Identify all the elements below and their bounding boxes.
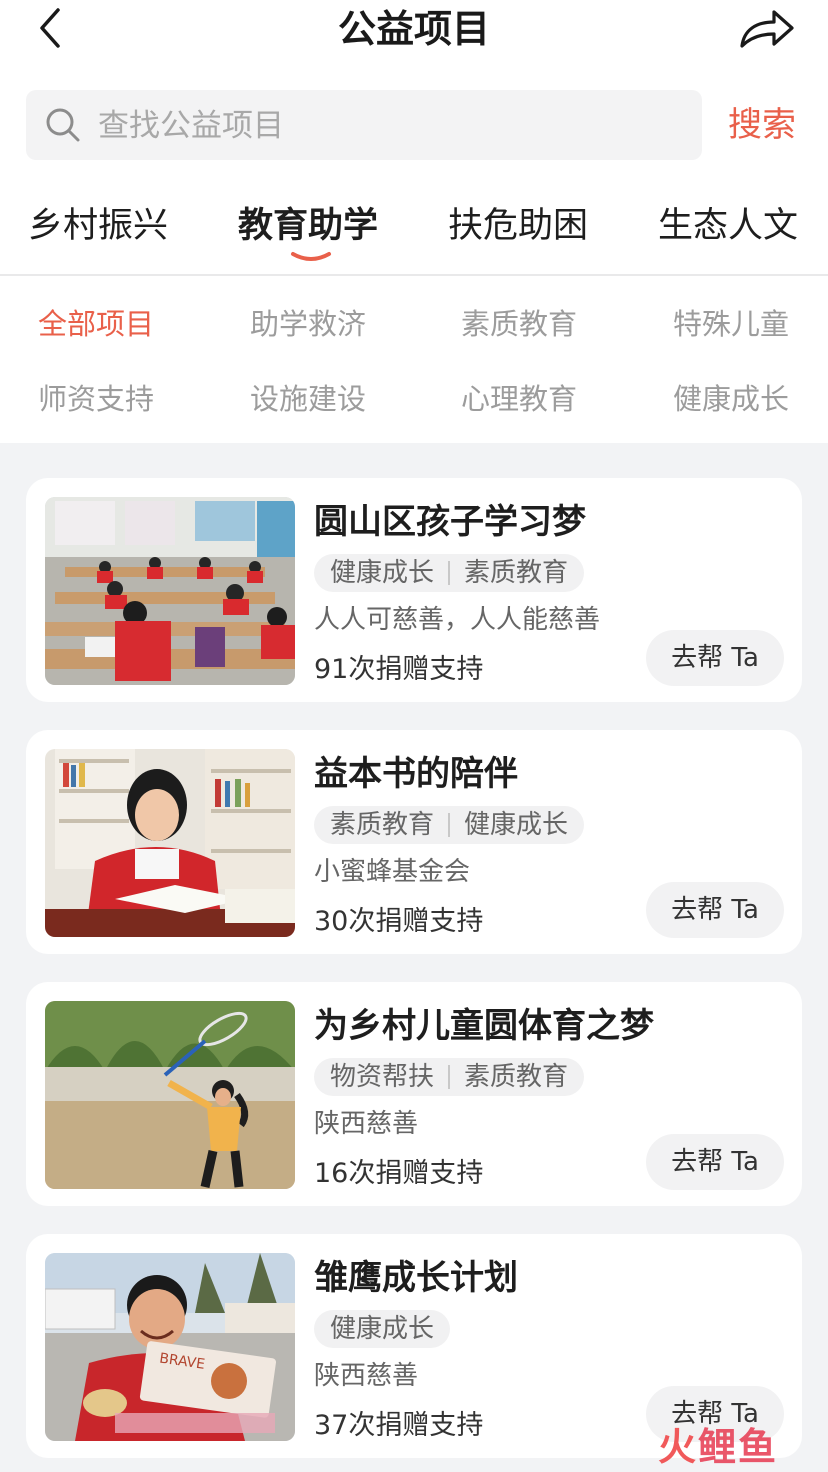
search-input[interactable] [96,100,680,152]
subcat-aid[interactable]: 助学救济 [250,302,366,346]
share-arrow-icon [740,10,794,48]
project-organization: 人人可慈善，人人能慈善 [314,605,601,635]
search-bar [26,90,702,160]
project-organization: 小蜜蜂基金会 [314,857,471,887]
donation-count: 91次捐赠支持 [314,654,484,685]
project-title: 圆山区孩子学习梦 [314,502,586,542]
project-card[interactable]: 益本书的陪伴 素质教育 健康成长 小蜜蜂基金会 30次捐赠支持 去帮 Ta [26,730,802,954]
watermark-text-1: 火 [658,1425,699,1469]
project-tags: 素质教育 健康成长 [314,806,585,844]
project-organization: 陕西慈善 [314,1361,419,1391]
watermark-text-2: 鲤鱼 [698,1425,779,1469]
project-tags: 物资帮扶 素质教育 [314,1058,585,1096]
help-button[interactable]: 去帮 Ta [646,1134,784,1190]
header-panel: 公益项目 搜索 乡村振兴 教育助学 扶危助困 生态人文 全部项目 助学救济 素质… [0,0,828,443]
tab-ecology-culture[interactable]: 生态人文 [658,198,798,254]
project-tag: 物资帮扶 [330,1062,435,1092]
project-tag: 健康成长 [330,558,435,588]
project-tag: 健康成长 [464,810,569,840]
project-title: 益本书的陪伴 [314,754,518,794]
help-button[interactable]: 去帮 Ta [646,630,784,686]
project-photo-reading-girl [45,749,295,937]
donation-count: 37次捐赠支持 [314,1410,484,1441]
subcat-mental-education[interactable]: 心理教育 [461,377,577,421]
project-tags: 健康成长 [314,1310,451,1348]
tag-divider [448,561,451,585]
project-tag: 健康成长 [330,1314,435,1344]
project-organization: 陕西慈善 [314,1109,419,1139]
search-icon [46,108,80,142]
subcat-healthy-growth[interactable]: 健康成长 [673,377,789,421]
project-tag: 素质教育 [464,558,569,588]
tag-divider [448,1065,451,1089]
project-photo-badminton [45,1001,295,1189]
search-button[interactable]: 搜索 [712,98,812,152]
project-photo-boy-gift: BRAVE [45,1253,295,1441]
project-photo-classroom [45,497,295,685]
help-button[interactable]: 去帮 Ta [646,882,784,938]
project-tag: 素质教育 [464,1062,569,1092]
project-card[interactable]: 圆山区孩子学习梦 健康成长 素质教育 人人可慈善，人人能慈善 91次捐赠支持 去… [26,478,802,702]
project-card[interactable]: 为乡村儿童圆体育之梦 物资帮扶 素质教育 陕西慈善 16次捐赠支持 去帮 Ta [26,982,802,1206]
subcat-special-children[interactable]: 特殊儿童 [673,302,789,346]
project-tags: 健康成长 素质教育 [314,554,585,592]
subcat-all[interactable]: 全部项目 [38,302,154,346]
project-title: 为乡村儿童圆体育之梦 [314,1006,654,1046]
tab-poverty-relief[interactable]: 扶危助困 [448,198,588,254]
nav-bar: 公益项目 [0,0,828,62]
active-tab-indicator [291,252,331,261]
donation-count: 16次捐赠支持 [314,1158,484,1189]
donation-count: 30次捐赠支持 [314,906,484,937]
subcat-teacher-support[interactable]: 师资支持 [38,377,154,421]
project-title: 雏鹰成长计划 [314,1258,518,1298]
tab-education[interactable]: 教育助学 [238,198,378,254]
subcat-facilities[interactable]: 设施建设 [250,377,366,421]
page-title: 公益项目 [337,7,490,51]
subcategory-filter: 全部项目 助学救济 素质教育 特殊儿童 师资支持 设施建设 心理教育 健康成长 [0,290,828,430]
category-tabs: 乡村振兴 教育助学 扶危助困 生态人文 [0,188,828,276]
tab-rural-revitalization[interactable]: 乡村振兴 [28,198,168,254]
share-button[interactable] [736,4,798,52]
tag-divider [448,813,451,837]
watermark-logo: 火鲤鱼 [658,1424,778,1470]
subcat-quality-education[interactable]: 素质教育 [461,302,577,346]
project-tag: 素质教育 [330,810,435,840]
